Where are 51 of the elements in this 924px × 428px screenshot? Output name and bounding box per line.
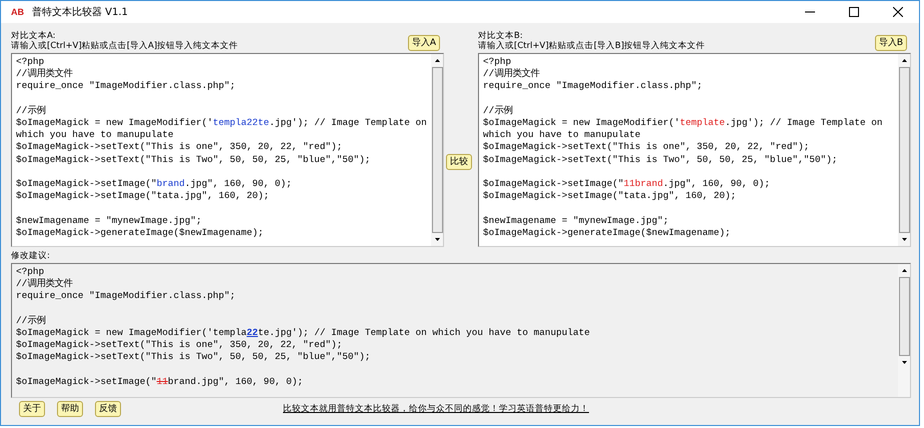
code-line: $newImagename = "mynewImage.jpg"; xyxy=(16,214,202,226)
import-button[interactable]: 导入A xyxy=(408,35,440,51)
code-line: $oImageMagick->setImage("11brand.jpg", 160, 90, 0); xyxy=(16,376,303,387)
code-line: $oImageMagick = new ImageModifier('template.jpg'); // Image Template on which you have to manupulate xyxy=(483,117,884,140)
footer-button[interactable]: 帮助 xyxy=(57,401,83,417)
suggestions-label: 修改建议: xyxy=(11,251,51,261)
code-line: $oImageMagick = new ImageModifier('templa22te.jpg'); // Image Template on which you have to manupulate xyxy=(16,327,590,338)
code-line: //调用类文件 xyxy=(483,68,540,80)
footer-button[interactable]: 反馈 xyxy=(95,401,121,417)
code-line: $oImageMagick->setImage("tata.jpg", 160, 20); xyxy=(16,190,270,202)
code-line: $oImageMagick->setText("This is one", 350, 20, 22, "red"); xyxy=(16,339,342,350)
footer-button[interactable]: 关于 xyxy=(19,401,45,417)
maximize-icon[interactable] xyxy=(849,7,859,17)
code-line: $oImageMagick->setText("This is one", 350, 20, 22, "red"); xyxy=(16,141,342,152)
code-line: $newImagename = "mynewImage.jpg"; xyxy=(483,214,669,226)
code-line: //调用类文件 xyxy=(16,68,72,80)
code-line: $oImageMagick->generateImage($newImagename); xyxy=(483,226,731,238)
scrollbar[interactable] xyxy=(431,54,443,246)
code-line: //示例 xyxy=(483,104,512,116)
window-title: 普特文本比较器 V1.1 xyxy=(32,6,128,19)
scrollbar[interactable] xyxy=(898,264,910,397)
scrollbar[interactable] xyxy=(898,54,910,246)
panel-hint: 请输入或[Ctrl+V]粘贴或点击[导入B]按钮导入纯文本文件 xyxy=(478,41,706,51)
close-icon[interactable] xyxy=(893,7,903,17)
code-line: $oImageMagick->setText("This is one", 350, 20, 22, "red"); xyxy=(483,141,810,152)
code-line: require_once "ImageModifier.class.php"; xyxy=(16,80,236,92)
code-line: $oImageMagick->setText("This is Two", 50, 50, 25, "blue","50"); xyxy=(483,154,838,165)
code-line: //示例 xyxy=(16,104,46,116)
code-line: $oImageMagick->setImage("brand.jpg", 160, 90, 0); xyxy=(16,178,292,190)
code-line: <?php xyxy=(483,56,512,67)
code-line: $oImageMagick->setText("This is Two", 50, 50, 25, "blue","50"); xyxy=(16,351,370,362)
text-input-area[interactable] xyxy=(478,53,911,247)
code-line: $oImageMagick->setImage("tata.jpg", 160, 20); xyxy=(483,190,736,202)
text-input-area[interactable] xyxy=(11,53,444,247)
code-line: $oImageMagick->setImage("11brand.jpg", 160, 90, 0); xyxy=(483,178,770,190)
code-line: <?php xyxy=(16,266,44,277)
compare-button[interactable]: 比较 xyxy=(446,154,472,170)
promo-link[interactable]: 比较文本就用普特文本比较器，给你与众不同的感觉！学习英语普特更给力！ xyxy=(283,403,589,415)
code-line: require_once "ImageModifier.class.php"; xyxy=(16,290,236,302)
import-button[interactable]: 导入B xyxy=(874,35,907,51)
code-line: require_once "ImageModifier.class.php"; xyxy=(483,80,702,92)
code-line: //示例 xyxy=(16,314,46,326)
panel-label: 对比文本A: xyxy=(11,31,57,41)
code-line: $oImageMagick = new ImageModifier('templa22te.jpg'); // Image Template on which you have to manupulate xyxy=(16,117,428,140)
panel-label: 对比文本B: xyxy=(478,31,524,41)
panel-hint: 请输入或[Ctrl+V]粘贴或点击[导入A]按钮导入纯文本文件 xyxy=(11,41,240,51)
code-line: //调用类文件 xyxy=(16,278,72,290)
code-line: <?php xyxy=(16,56,44,67)
code-line: $oImageMagick->setText("This is Two", 50, 50, 25, "blue","50"); xyxy=(16,154,370,165)
code-line: $oImageMagick->generateImage($newImagename); xyxy=(16,226,264,238)
app-logo: AB xyxy=(11,7,24,17)
